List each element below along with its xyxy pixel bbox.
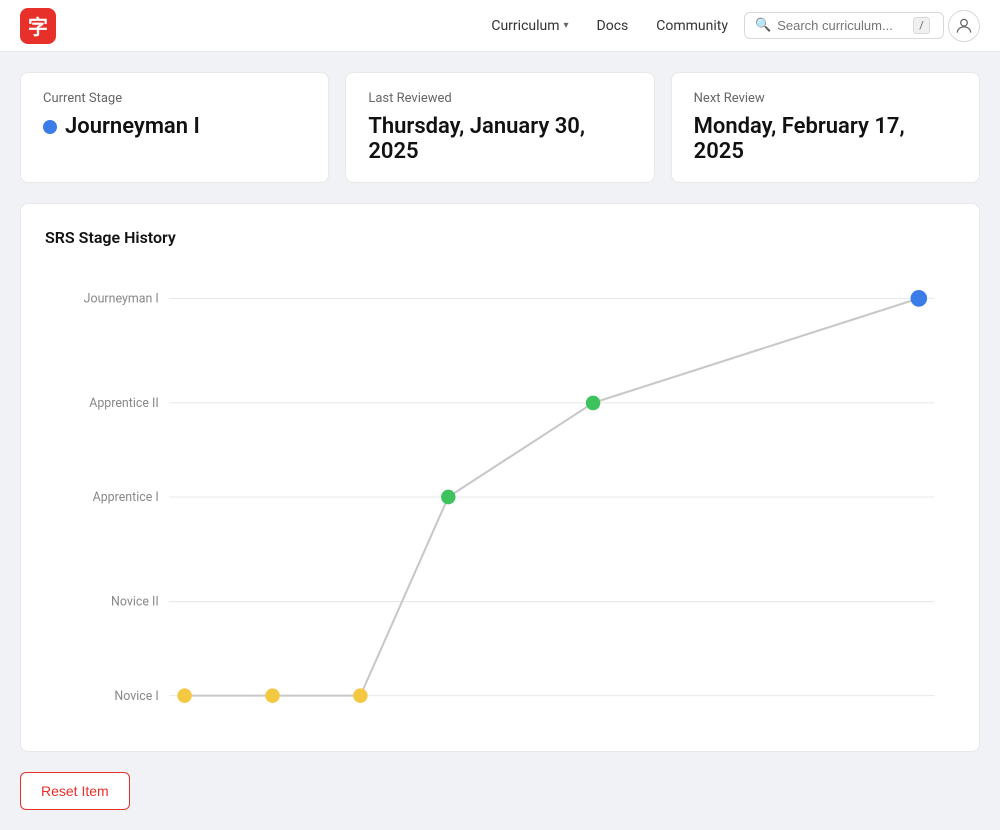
chart-point-1 <box>177 688 191 703</box>
last-reviewed-value: Thursday, January 30, 2025 <box>368 114 631 164</box>
current-stage-label: Current Stage <box>43 91 306 106</box>
chart-area: Journeyman I Apprentice II Apprentice I … <box>45 267 955 727</box>
svg-text:Apprentice II: Apprentice II <box>89 396 158 411</box>
reset-item-button[interactable]: Reset Item <box>20 772 130 810</box>
nav-community[interactable]: Community <box>644 12 740 40</box>
search-input[interactable] <box>777 18 907 33</box>
main-content: Current Stage Journeyman I Last Reviewed… <box>0 52 1000 830</box>
user-avatar[interactable] <box>948 10 980 42</box>
stage-dot <box>43 120 57 134</box>
chevron-down-icon: ▾ <box>564 20 569 31</box>
nav-docs[interactable]: Docs <box>585 12 641 40</box>
chart-point-6 <box>911 290 928 307</box>
header: 字 Curriculum ▾ Docs Community 🔍 / <box>0 0 1000 52</box>
stats-row: Current Stage Journeyman I Last Reviewed… <box>20 72 980 183</box>
search-box[interactable]: 🔍 / <box>744 12 944 39</box>
chart-svg: Journeyman I Apprentice II Apprentice I … <box>45 267 955 727</box>
kbd-hint: / <box>913 17 930 34</box>
stat-card-next-review: Next Review Monday, February 17, 2025 <box>671 72 980 183</box>
last-reviewed-label: Last Reviewed <box>368 91 631 106</box>
current-stage-value: Journeyman I <box>43 114 306 139</box>
chart-title: SRS Stage History <box>45 228 955 247</box>
stat-card-last-reviewed: Last Reviewed Thursday, January 30, 2025 <box>345 72 654 183</box>
next-review-label: Next Review <box>694 91 957 106</box>
chart-point-4 <box>441 490 455 505</box>
svg-text:Journeyman I: Journeyman I <box>84 291 159 306</box>
search-icon: 🔍 <box>755 18 771 33</box>
stat-card-current-stage: Current Stage Journeyman I <box>20 72 329 183</box>
nav: Curriculum ▾ Docs Community 🔍 / <box>479 10 980 42</box>
logo[interactable]: 字 <box>20 8 56 44</box>
chart-point-5 <box>586 396 600 411</box>
nav-curriculum[interactable]: Curriculum ▾ <box>479 12 580 40</box>
svg-text:Novice I: Novice I <box>114 689 158 704</box>
chart-point-2 <box>265 688 279 703</box>
svg-text:Novice II: Novice II <box>111 595 159 610</box>
svg-text:Apprentice I: Apprentice I <box>93 490 159 505</box>
next-review-value: Monday, February 17, 2025 <box>694 114 957 164</box>
chart-point-3 <box>353 688 367 703</box>
chart-card: SRS Stage History Journeyman I Apprentic… <box>20 203 980 752</box>
